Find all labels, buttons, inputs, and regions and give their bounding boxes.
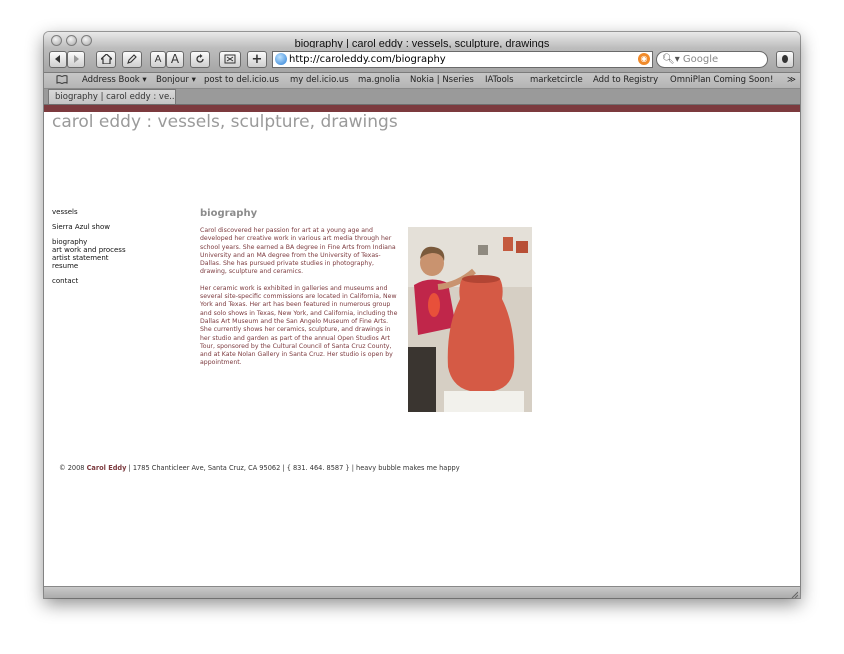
- snapback-button[interactable]: [219, 51, 241, 68]
- reload-button[interactable]: [190, 51, 210, 68]
- biography-text: Carol discovered her passion for art at …: [200, 227, 398, 376]
- back-button[interactable]: [49, 51, 67, 68]
- pencil-icon: [127, 54, 137, 64]
- bookmark-post-delicious[interactable]: post to del.icio.us: [204, 75, 279, 85]
- page-heading: biography: [200, 208, 258, 219]
- footer-name[interactable]: Carol Eddy: [87, 464, 127, 472]
- bookmark-magnolia[interactable]: ma.gnolia: [358, 75, 400, 85]
- search-icon: 🔍︎▾: [662, 54, 680, 65]
- status-bar: [44, 586, 800, 598]
- tab-biography[interactable]: biography | carol eddy : ve...: [48, 89, 176, 104]
- home-icon: [98, 53, 114, 65]
- bookmark-bonjour[interactable]: Bonjour ▾: [156, 75, 196, 85]
- bookmark-iatools[interactable]: IATools: [485, 75, 514, 85]
- bookmark-add-to-registry[interactable]: Add to Registry: [593, 75, 658, 85]
- snapback-icon: [224, 54, 236, 64]
- bookmark-nokia[interactable]: Nokia | Nseries: [410, 75, 474, 85]
- back-arrow-icon: [55, 55, 60, 63]
- edit-bookmarks-button[interactable]: [122, 51, 142, 68]
- text-smaller-button[interactable]: A: [150, 51, 166, 68]
- site-nav: vessels Sierra Azul show biography art w…: [52, 208, 126, 285]
- url-text: http://caroleddy.com/biography: [289, 54, 446, 65]
- title-bar: biography | carol eddy : vessels, sculpt…: [44, 32, 800, 50]
- artist-with-vase-illustration: [408, 227, 532, 412]
- nav-vessels[interactable]: vessels: [52, 208, 126, 216]
- minimize-window-button[interactable]: [66, 35, 77, 46]
- footer-address: | 1785 Chanticleer Ave, Santa Cruz, CA 9…: [126, 464, 460, 472]
- bookmarks-bar: Address Book ▾ Bonjour ▾ post to del.ici…: [44, 73, 800, 89]
- site-header-bar: [44, 105, 800, 112]
- add-bookmark-button[interactable]: +: [247, 51, 267, 68]
- toolbar: A A + http://caroleddy.com/biography ◉ 🔍…: [44, 48, 800, 73]
- tab-bar: biography | carol eddy : ve...: [44, 89, 800, 105]
- nav-artist-statement[interactable]: artist statement: [52, 254, 126, 262]
- zoom-window-button[interactable]: [81, 35, 92, 46]
- bio-paragraph: Carol discovered her passion for art at …: [200, 227, 396, 276]
- home-button[interactable]: [96, 51, 116, 68]
- artist-photo: [408, 227, 532, 412]
- bookmark-address-book[interactable]: Address Book ▾: [82, 75, 147, 85]
- address-bar[interactable]: http://caroleddy.com/biography ◉: [272, 51, 653, 68]
- bookmarks-book-icon[interactable]: [56, 75, 68, 87]
- site-title[interactable]: carol eddy : vessels, sculpture, drawing…: [52, 112, 398, 132]
- reload-icon: [196, 54, 204, 63]
- text-bigger-button[interactable]: A: [166, 51, 184, 68]
- nav-resume[interactable]: resume: [52, 262, 126, 270]
- nav-contact[interactable]: contact: [52, 277, 126, 285]
- bio-paragraph: Her ceramic work is exhibited in galleri…: [200, 284, 398, 367]
- close-window-button[interactable]: [51, 35, 62, 46]
- rss-icon[interactable]: ◉: [638, 53, 650, 65]
- nav-sierra-azul-show[interactable]: Sierra Azul show: [52, 223, 126, 231]
- bookmark-my-delicious[interactable]: my del.icio.us: [290, 75, 349, 85]
- bug-icon: [782, 55, 788, 63]
- forward-arrow-icon: [74, 55, 79, 63]
- forward-button[interactable]: [67, 51, 85, 68]
- bug-report-button[interactable]: [776, 51, 794, 68]
- resize-grip-icon[interactable]: [790, 590, 798, 598]
- footer-copyright: © 2008: [59, 464, 87, 472]
- bookmark-omniplan[interactable]: OmniPlan Coming Soon!: [670, 75, 773, 85]
- site-footer: © 2008 Carol Eddy | 1785 Chanticleer Ave…: [59, 464, 460, 472]
- bookmarks-overflow-button[interactable]: ≫: [787, 75, 796, 85]
- globe-icon: [275, 53, 287, 65]
- nav-biography[interactable]: biography: [52, 238, 126, 246]
- page-content: carol eddy : vessels, sculpture, drawing…: [44, 112, 800, 586]
- search-field[interactable]: 🔍︎▾ Google: [656, 51, 768, 68]
- search-placeholder: Google: [682, 54, 719, 65]
- browser-window: biography | carol eddy : vessels, sculpt…: [44, 32, 800, 598]
- nav-art-work-process[interactable]: art work and process: [52, 246, 126, 254]
- bookmark-marketcircle[interactable]: marketcircle: [530, 75, 583, 85]
